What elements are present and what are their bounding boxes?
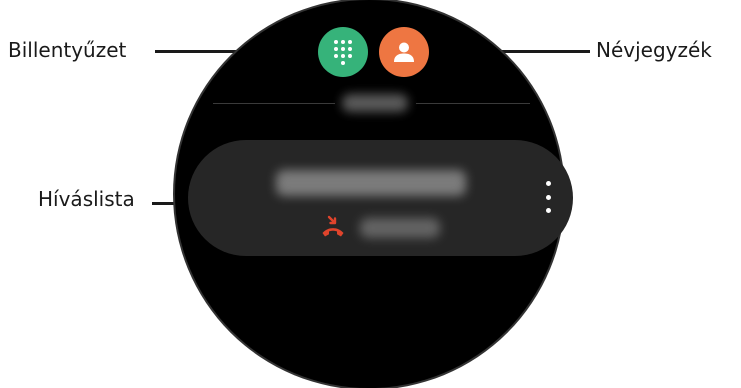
dial-pad-icon [334,39,352,65]
call-log-callout-label: Híváslista [38,187,135,211]
keypad-callout-label: Billentyűzet [8,38,127,62]
keypad-button[interactable] [318,27,368,77]
blurred-header-text [342,94,408,112]
contacts-callout-label: Névjegyzék [596,38,712,62]
more-options-icon[interactable] [543,181,553,213]
contacts-button[interactable] [379,27,429,77]
header-divider-left [213,103,335,104]
missed-call-icon [322,215,344,237]
blurred-contact-name [276,170,466,196]
header-divider-right [416,103,530,104]
blurred-call-time [360,218,440,238]
call-log-item[interactable] [188,140,573,256]
person-icon [394,42,414,62]
